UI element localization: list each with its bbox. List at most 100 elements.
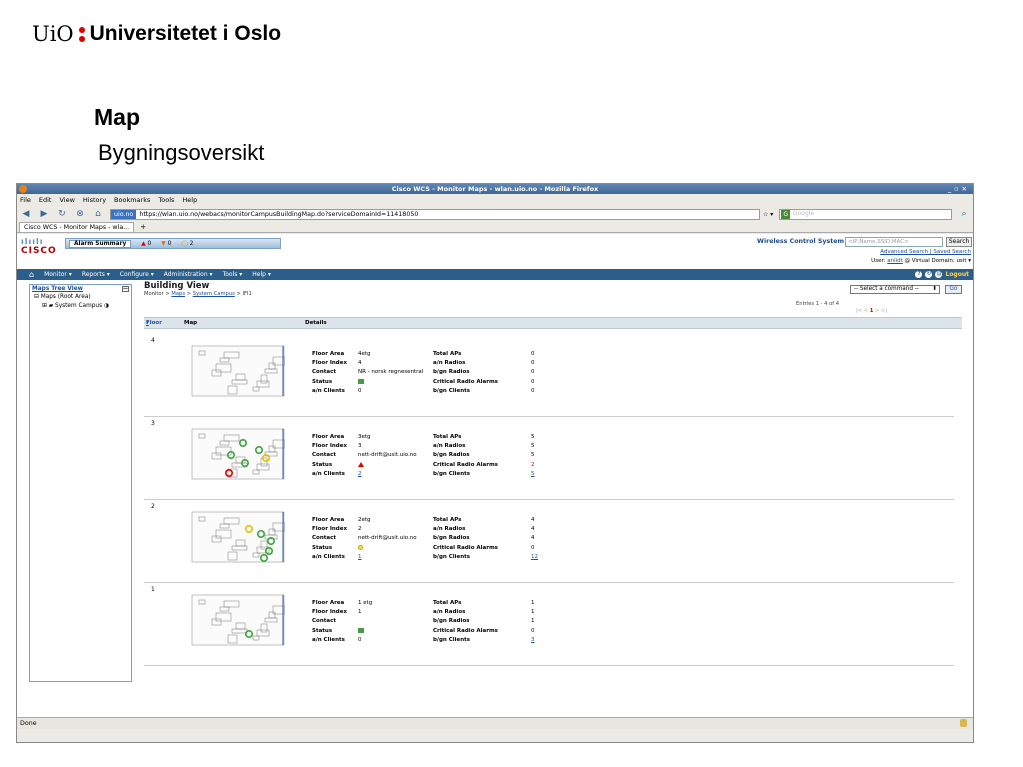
url-bar[interactable]: uio.no https://wlan.uio.no/webacs/monito… <box>110 208 760 220</box>
logout-link[interactable]: Logout <box>945 271 969 278</box>
menu-tools[interactable]: Tools <box>158 196 174 204</box>
print-icon[interactable]: ▤ <box>935 271 943 278</box>
crumb-campus-link[interactable]: System Campus <box>193 291 235 297</box>
collapse-tree-icon[interactable]: — <box>122 286 129 292</box>
nav-right-tools: ? ↻ ▤ Logout <box>915 271 973 278</box>
contact-value: NR - norsk regnesentral <box>358 369 424 376</box>
cisco-logo: ılıılı CISCO <box>21 237 57 256</box>
menu-view[interactable]: View <box>59 196 74 204</box>
tree-header-label[interactable]: Maps Tree View <box>32 286 83 292</box>
help-icon[interactable]: ? <box>915 271 923 278</box>
command-select[interactable]: -- Select a command -- ⬍ <box>850 285 940 294</box>
uio-dots-icon <box>78 26 85 42</box>
url-text[interactable]: https://wlan.uio.no/webacs/monitorCampus… <box>139 211 418 218</box>
window-title: Cisco WCS - Monitor Maps - wlan.uio.no -… <box>391 185 599 193</box>
stop-icon[interactable]: ⊗ <box>74 209 86 219</box>
label-bgn-clients: b/gn Clients <box>433 553 471 560</box>
tree-expand-icon[interactable]: ⊞ <box>42 303 47 309</box>
pager[interactable]: |< < 1 > >| <box>856 308 887 314</box>
user-name-link[interactable]: anlidt <box>887 258 903 264</box>
menu-file[interactable]: File <box>20 196 31 204</box>
bgn-clients-value[interactable]: 12 <box>531 554 538 560</box>
alarm-major-count: 0 <box>167 240 172 247</box>
menu-edit[interactable]: Edit <box>39 196 52 204</box>
an-clients-value[interactable]: 1 <box>358 554 362 560</box>
tree-campus-label[interactable]: System Campus <box>55 303 102 309</box>
bgn-clients-value[interactable]: 5 <box>531 471 535 477</box>
search-engine-icon[interactable]: G <box>781 209 790 219</box>
pager-next[interactable]: > >| <box>873 308 887 314</box>
floor-map-thumbnail[interactable] <box>191 345 285 397</box>
col-floor-label[interactable]: Floor <box>146 318 162 329</box>
advanced-search-link[interactable]: Advanced Search | Saved Search <box>880 249 971 255</box>
refresh-icon[interactable]: ↻ <box>925 271 933 278</box>
status-icon[interactable] <box>358 627 364 633</box>
pager-prev[interactable]: |< < <box>856 308 870 314</box>
cisco-logo-word: CISCO <box>21 246 57 256</box>
site-identity[interactable]: uio.no <box>111 209 137 219</box>
uio-logo-short: UiO <box>32 22 74 46</box>
url-dropdown-icon[interactable]: ☆ ▾ <box>763 211 773 218</box>
nav-tools[interactable]: Tools ▾ <box>223 271 243 278</box>
floor-row: 4 Floor Area 4etg Total APs 0 Floor Index 4 a… <box>144 337 954 417</box>
status-icon[interactable] <box>358 378 364 384</box>
nav-administration[interactable]: Administration ▾ <box>164 271 213 278</box>
critical-alarm-icon: ▲ <box>141 240 146 247</box>
tree-item-root[interactable]: ⊟ Maps (Root Area) <box>30 293 131 302</box>
col-floor-sort[interactable]: Floor ▾ <box>146 318 162 329</box>
nav-configure[interactable]: Configure ▾ <box>120 271 154 278</box>
lock-icon[interactable] <box>960 719 967 727</box>
go-button[interactable]: Go <box>945 285 962 294</box>
wcs-search-input[interactable]: <IP,Name,SSID,MAC> <box>845 237 943 247</box>
label-floor-area: Floor Area <box>312 600 345 606</box>
status-icon[interactable] <box>358 461 364 467</box>
crumb-maps-link[interactable]: Maps <box>171 291 185 297</box>
nav-monitor[interactable]: Monitor ▾ <box>44 271 72 278</box>
back-icon[interactable]: ◀ <box>20 209 32 219</box>
wcs-search-button[interactable]: Search <box>946 237 972 247</box>
reload-icon[interactable]: ↻ <box>56 209 68 219</box>
window-controls[interactable]: _▫✕ <box>948 184 970 194</box>
label-an-clients: a/n Clients <box>312 636 345 643</box>
label-contact: Contact <box>312 369 336 376</box>
search-icon[interactable]: ⌕ <box>958 209 970 219</box>
home-nav-icon[interactable]: ⌂ <box>29 270 34 279</box>
nav-reports[interactable]: Reports ▾ <box>82 271 110 278</box>
floor-number: 4 <box>151 337 155 344</box>
alarm-major[interactable]: ▼ 0 <box>161 241 171 247</box>
nav-help[interactable]: Help ▾ <box>252 271 271 278</box>
tree-item-campus[interactable]: ⊞ ▰ System Campus ◑ <box>30 302 131 311</box>
tree-expand-icon[interactable]: ⊟ <box>34 294 39 300</box>
search-bar[interactable]: G Google <box>779 208 952 220</box>
label-bgn-radios: b/gn Radios <box>433 369 470 376</box>
floor-map-thumbnail[interactable] <box>191 511 285 563</box>
label-floor-index: Floor Index <box>312 443 348 450</box>
alarm-minor[interactable]: ◯ 2 <box>181 241 193 247</box>
col-map: Map <box>184 320 198 326</box>
alarm-critical[interactable]: ▲ 0 <box>141 241 151 247</box>
entries-count: Entries 1 - 4 of 4 <box>796 301 840 307</box>
wcs-header: ılıılı CISCO Alarm Summary ▲ 0 ▼ 0 ◯ 2 W… <box>17 234 973 264</box>
tree-root-label[interactable]: Maps (Root Area) <box>41 294 91 300</box>
menu-history[interactable]: History <box>83 196 106 204</box>
an-clients-value[interactable]: 2 <box>358 471 362 477</box>
crumb-monitor: Monitor > <box>144 291 170 297</box>
bgn-clients-value[interactable]: 3 <box>531 637 535 643</box>
tree-header[interactable]: Maps Tree View — <box>30 285 131 293</box>
label-floor-area: Floor Area <box>312 517 345 523</box>
menu-help[interactable]: Help <box>182 196 197 204</box>
bgn-radios-value: 4 <box>531 535 535 542</box>
forward-icon[interactable]: ▶ <box>38 209 50 219</box>
floor-map-thumbnail[interactable] <box>191 594 285 646</box>
home-icon[interactable]: ⌂ <box>92 209 104 219</box>
floor-map-thumbnail[interactable] <box>191 428 285 480</box>
tab-cisco-wcs[interactable]: Cisco WCS - Monitor Maps - wla... <box>19 222 135 232</box>
status-icon[interactable] <box>358 544 363 550</box>
alarm-summary-button[interactable]: Alarm Summary <box>69 239 132 248</box>
domain-dropdown-icon[interactable]: ▾ <box>968 258 971 264</box>
bgn-radios-value: 1 <box>531 618 535 625</box>
label-bgn-clients: b/gn Clients <box>433 470 471 477</box>
floor-index-value: 3 <box>358 443 362 450</box>
new-tab-button[interactable]: + <box>134 223 152 232</box>
menu-bookmarks[interactable]: Bookmarks <box>114 196 150 204</box>
